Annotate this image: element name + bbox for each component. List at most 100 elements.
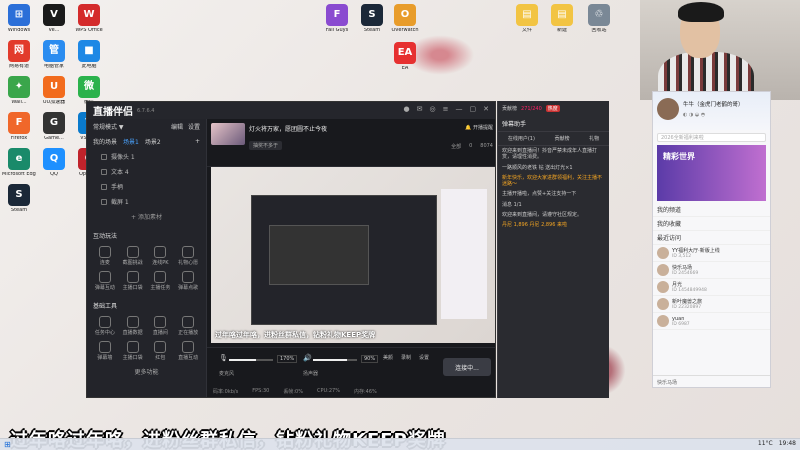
tool-icon [126,341,139,353]
tool-button[interactable]: 弹幕点歌 [174,271,202,291]
desktop-icon[interactable]: W WPS Office [72,4,106,33]
desktop-icon[interactable]: ♲ 回收站 [582,4,616,33]
tool-button[interactable]: 主播任务 [147,271,175,291]
mail-icon[interactable]: ✉ [417,105,423,113]
source-item[interactable]: 截屏 1 [87,194,206,209]
desktop-icon[interactable]: S Steam [355,4,389,33]
more-functions-button[interactable]: 更多功能 [87,364,206,379]
desktop-icon[interactable]: ▤ 文件 [510,4,544,33]
start-live-button[interactable]: 连接中... [443,358,491,376]
live-notice-button[interactable]: 🔔 开播提醒 [465,124,493,131]
speaker-volume-slider[interactable] [313,359,357,361]
tool-button[interactable]: 礼物心愿 [174,246,202,266]
add-source-button[interactable]: + 添加素材 [87,209,206,224]
tool-button[interactable]: 任务中心 [91,316,119,336]
mic-volume-slider[interactable] [229,359,273,361]
stat-viewers: 8074 [480,143,493,149]
tab-online-users[interactable]: 在线用户(1) [508,135,535,142]
contact-item[interactable]: yuan ID 6987 [653,313,770,330]
desktop-icon[interactable]: O Overwatch [388,4,422,33]
scene-tab-1[interactable]: 场景1 [123,137,139,146]
desktop-icon[interactable]: ■ 此电脑 [72,40,106,69]
contact-item[interactable]: YY福利大厅·新版上线 ID 3,512 [653,245,770,262]
tool-label: 礼物心愿 [178,260,199,266]
tool-button[interactable]: 弹幕墙 [91,341,119,361]
tool-button[interactable]: 主播口袋 [119,271,147,291]
cover-thumbnail[interactable] [211,123,245,145]
start-icon[interactable]: ⊞ [4,440,11,449]
settings-button[interactable]: 设置 [188,122,200,131]
tool-button[interactable]: 红包 [147,341,175,361]
mode-select[interactable]: 常规模式 ▼ [93,122,124,131]
messenger-menu-item[interactable]: 我的频道 [653,203,770,217]
status-bar: 码率:0kb/s FPS:30 丢帧:0% CPU:27% 内存:46% [213,388,377,395]
desktop-icon[interactable]: 网网易有道 [2,40,36,69]
desktop-icon[interactable]: ▤ 新建 [545,4,579,33]
stream-title[interactable]: 灯火将万家，愿团圆不止今夜 [249,124,327,133]
desktop-icon[interactable]: F Fall Guys [320,4,354,33]
tool-button[interactable]: 截图挑战 [119,246,147,266]
messenger-menu-item[interactable]: 我的收藏 [653,217,770,231]
menu-icon[interactable]: ≡ [443,105,449,113]
tool-button[interactable]: 直播间 [147,316,175,336]
hot-label[interactable]: 热度 [545,105,560,112]
contact-avatar [657,281,669,293]
tool-button[interactable]: 直播数据 [119,316,147,336]
tool-button[interactable]: 弹幕互动 [91,271,119,291]
desktop-icon[interactable]: ✦ Wall... [2,76,36,105]
contact-item[interactable]: 新叶魔兽之旅 ID 22320897 [653,296,770,313]
stream-preview[interactable]: 过年咯过年咯，进粉丝群私信，钻粉礼物KEEP奖牌 [211,167,495,343]
tool-button[interactable]: 连线PK [147,246,175,266]
desktop-icon[interactable]: EA EA [388,42,422,71]
weather[interactable]: 11°C [758,440,773,447]
stream-subtitle[interactable]: 抽奖不多于 [249,141,283,150]
record-button[interactable]: 录制 [401,354,411,361]
edit-button[interactable]: 编辑 [171,122,183,131]
desktop-icon[interactable]: ⊞ Windows [2,4,36,33]
scene-tab-2[interactable]: 场景2 [145,137,161,146]
source-item[interactable]: 摄像头 1 [87,149,206,164]
tool-button[interactable]: 正在播放 [174,316,202,336]
maximize-icon[interactable]: ▢ [470,105,477,113]
visibility-checkbox[interactable] [101,168,107,175]
contact-item[interactable]: 快乐马场 ID 2454669 [653,262,770,279]
messenger-banner[interactable]: 精彩世界 [657,145,766,201]
avatar[interactable] [657,98,679,120]
tool-button[interactable]: 直播互动 [174,341,202,361]
mic-icon[interactable]: 🎙 [219,354,228,362]
rank-label[interactable]: 贡献榜 [502,105,517,112]
beauty-button[interactable]: 美颜 [383,354,393,361]
desktop-icon[interactable]: e Microsoft Edge [2,148,36,177]
source-item[interactable]: 文本 4 [87,164,206,179]
add-scene-icon[interactable]: + [195,138,200,145]
headset-icon[interactable]: ◎ [430,105,436,113]
settings-gear-button[interactable]: 设置 [419,354,429,361]
desktop-icon[interactable]: U UU加速器 [37,76,71,105]
center-area: 灯火将万家，愿团圆不止今夜 抽奖不多于 🔔 开播提醒 全部 0 8074 过年咯… [207,119,495,397]
minimize-icon[interactable]: — [456,105,463,113]
speaker-icon[interactable]: 🔊 [303,354,312,362]
desktop-icon[interactable]: G Game... [37,112,71,141]
tab-contribution[interactable]: 贡献榜 [555,135,570,142]
close-icon[interactable]: ✕ [483,105,489,113]
avatar-icon[interactable]: ● [404,105,410,113]
tab-gifts[interactable]: 礼物 [589,135,599,142]
messenger-menu-item[interactable]: 最近访问 [653,231,770,245]
tool-button[interactable]: 连麦 [91,246,119,266]
desktop-icon[interactable]: S Steam [2,184,36,213]
visibility-checkbox[interactable] [101,153,107,160]
tool-button[interactable]: 主播口袋 [119,341,147,361]
messenger-search-input[interactable]: 2026全新福利来啦 [657,133,766,142]
desktop-icon[interactable]: V Ve... [37,4,71,33]
desktop-icon[interactable]: Q QQ [37,148,71,177]
source-item[interactable]: 手柄 [87,179,206,194]
desktop-icon-label: 回收站 [591,28,607,33]
speaker-label: 扬声器 [303,371,319,377]
desktop-icon[interactable]: F Firefox [2,112,36,141]
app-logo: 直播伴侣 [93,107,133,118]
contact-item[interactable]: 月光 ID 1454849948 [653,279,770,296]
visibility-checkbox[interactable] [101,198,107,205]
clock[interactable]: 19:48 [779,440,796,447]
visibility-checkbox[interactable] [101,183,107,190]
desktop-icon[interactable]: 管电脑管家 [37,40,71,69]
